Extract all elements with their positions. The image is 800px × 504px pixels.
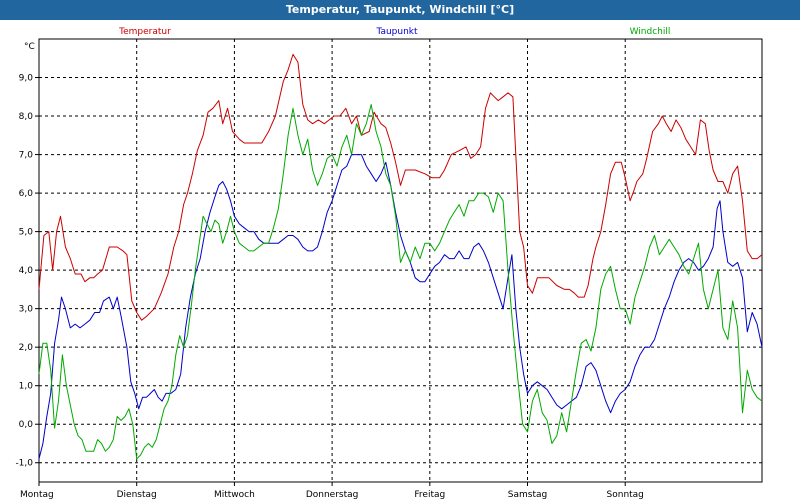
legend-item-taupunkt: Taupunkt [375,27,418,37]
series-lines [38,53,763,460]
horizontal-gridlines [39,77,762,464]
line-chart: -1,0 0,0 1,0 2,0 3,0 4,0 5,0 6,0 7,0 8,0 9,0 Monta… [15,27,763,500]
y-tick-label: 8,0 [19,112,34,122]
x-tick-day-label: Donnerstag [306,490,359,500]
series-line-taupunkt [38,154,763,460]
y-tick-label: 1,0 [19,382,34,392]
chart-area: -1,0 0,0 1,0 2,0 3,0 4,0 5,0 6,0 7,0 8,0 9,0 Monta… [0,20,800,500]
y-tick-label: 9,0 [19,74,34,84]
x-axis-ticks: Montag31.01.22Dienstag01.02.22Mittwoch02… [20,482,644,500]
y-tick-label: 4,0 [19,266,34,276]
y-tick-label: 7,0 [19,151,34,161]
chart-title: Temperatur, Taupunkt, Windchill [°C] [0,0,800,20]
legend-item-windchill: Windchill [630,27,671,37]
y-axis-unit-label: °C [24,42,35,52]
vertical-gridlines [136,39,626,482]
y-axis-ticks: -1,0 0,0 1,0 2,0 3,0 4,0 5,0 6,0 7,0 8,0 9,0 [15,74,39,469]
y-tick-label: -1,0 [15,459,33,469]
x-tick-day-label: Montag [20,490,54,500]
series-line-windchill [38,104,763,460]
x-tick-day-label: Dienstag [117,490,157,500]
legend-item-temperatur: Temperatur [118,27,171,37]
y-tick-label: 2,0 [19,343,34,353]
y-tick-label: 3,0 [19,305,34,315]
x-tick-day-label: Freitag [414,490,445,500]
x-tick-day-label: Mittwoch [214,490,255,500]
y-tick-label: 0,0 [19,420,34,430]
series-line-temperatur [38,53,763,321]
x-tick-day-label: Samstag [508,490,547,500]
y-tick-label: 5,0 [19,228,34,238]
x-tick-day-label: Sonntag [607,490,644,500]
legend: Temperatur Taupunkt Windchill [118,27,670,37]
y-tick-label: 6,0 [19,189,34,199]
